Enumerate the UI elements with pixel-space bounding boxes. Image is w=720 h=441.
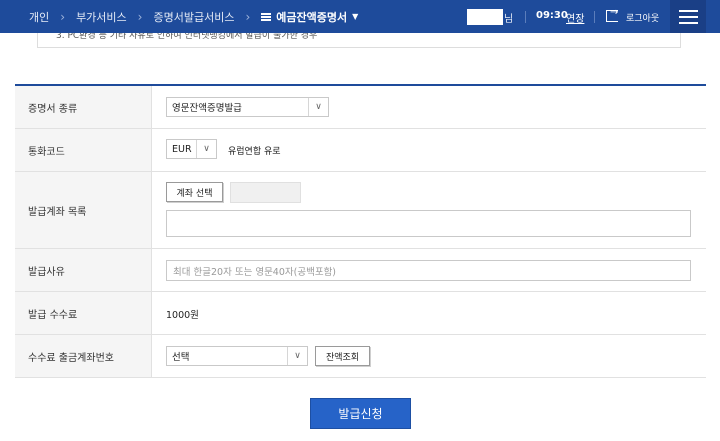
breadcrumb-current-menu[interactable]: 예금잔액증명서 ▼ (261, 9, 369, 25)
row-currency: 통화코드 EUR ∨ 유럽연합 유로 (15, 129, 706, 172)
fee-account-label: 수수료 출금계좌번호 (15, 335, 152, 377)
caret-down-icon: ▼ (352, 12, 359, 21)
cert-type-label: 증명서 종류 (15, 86, 152, 128)
select-account-button[interactable]: 계좌 선택 (166, 182, 223, 202)
submit-application-button[interactable]: 발급신청 (310, 398, 411, 429)
currency-value: EUR (172, 143, 192, 155)
row-accounts: 발급계좌 목록 계좌 선택 (15, 172, 706, 249)
fee-label: 발급 수수료 (15, 292, 152, 334)
breadcrumb-separator-icon: › (137, 9, 143, 24)
balance-check-button[interactable]: 잔액조회 (315, 346, 370, 366)
extend-session-link[interactable]: 연장 (566, 10, 584, 25)
notice-box: 3. PC환경 등 기타 사유로 인하여 인터넷뱅킹에서 발급이 불가한 경우 (37, 33, 681, 48)
row-fee-account: 수수료 출금계좌번호 선택 ∨ 잔액조회 (15, 335, 706, 378)
cert-type-select[interactable]: 영문잔액증명발급 ∨ (166, 97, 329, 117)
breadcrumb-separator-icon: › (245, 9, 251, 24)
breadcrumb-item-extra-services[interactable]: 부가서비스 (76, 9, 138, 25)
notice-text: 3. PC환경 등 기타 사유로 인하여 인터넷뱅킹에서 발급이 불가한 경우 (56, 33, 318, 41)
chevron-down-icon: ∨ (287, 347, 307, 365)
cert-type-value: 영문잔액증명발급 (172, 103, 242, 114)
breadcrumb-current-label: 예금잔액증명서 (276, 10, 348, 24)
divider (594, 11, 595, 23)
row-reason: 발급사유 최대 한글20자 또는 영문40자(공백포함) (15, 249, 706, 292)
chevron-down-icon: ∨ (196, 140, 216, 158)
reason-label: 발급사유 (15, 249, 152, 291)
reason-input[interactable]: 최대 한글20자 또는 영문40자(공백포함) (166, 260, 691, 281)
currency-select[interactable]: EUR ∨ (166, 139, 217, 159)
breadcrumb-separator-icon: › (60, 9, 66, 24)
user-name-masked (467, 9, 503, 25)
divider (525, 11, 526, 23)
currency-label: 통화코드 (15, 129, 152, 171)
selected-account-count (230, 182, 301, 203)
menu-list-icon (261, 12, 272, 21)
hamburger-menu-icon[interactable] (670, 0, 706, 33)
fee-value: 1000원 (166, 310, 199, 321)
accounts-label: 발급계좌 목록 (15, 172, 152, 248)
fee-account-select[interactable]: 선택 ∨ (166, 346, 308, 366)
row-cert-type: 증명서 종류 영문잔액증명발급 ∨ (15, 86, 706, 129)
breadcrumb: 개인 › 부가서비스 › 증명서발급서비스 › 예금잔액증명서 ▼ (0, 0, 369, 33)
currency-description: 유럽연합 유로 (228, 147, 281, 157)
chevron-down-icon: ∨ (308, 98, 328, 116)
user-honorific: 님 (504, 14, 514, 25)
fee-account-value: 선택 (172, 352, 190, 363)
certificate-form: 증명서 종류 영문잔액증명발급 ∨ 통화코드 EUR ∨ 유럽연합 유로 발급계… (15, 84, 706, 378)
breadcrumb-item-certificate-service[interactable]: 증명서발급서비스 (153, 9, 245, 25)
logout-icon[interactable] (606, 7, 618, 22)
session-timer: 09:30 (536, 10, 568, 21)
row-fee: 발급 수수료 1000원 (15, 292, 706, 335)
breadcrumb-item-personal[interactable]: 개인 (0, 9, 60, 25)
top-navigation-bar: 개인 › 부가서비스 › 증명서발급서비스 › 예금잔액증명서 ▼ 님 09:3… (0, 0, 720, 33)
logout-button[interactable]: 로그아웃 (626, 11, 659, 24)
account-list-box[interactable] (166, 210, 691, 237)
